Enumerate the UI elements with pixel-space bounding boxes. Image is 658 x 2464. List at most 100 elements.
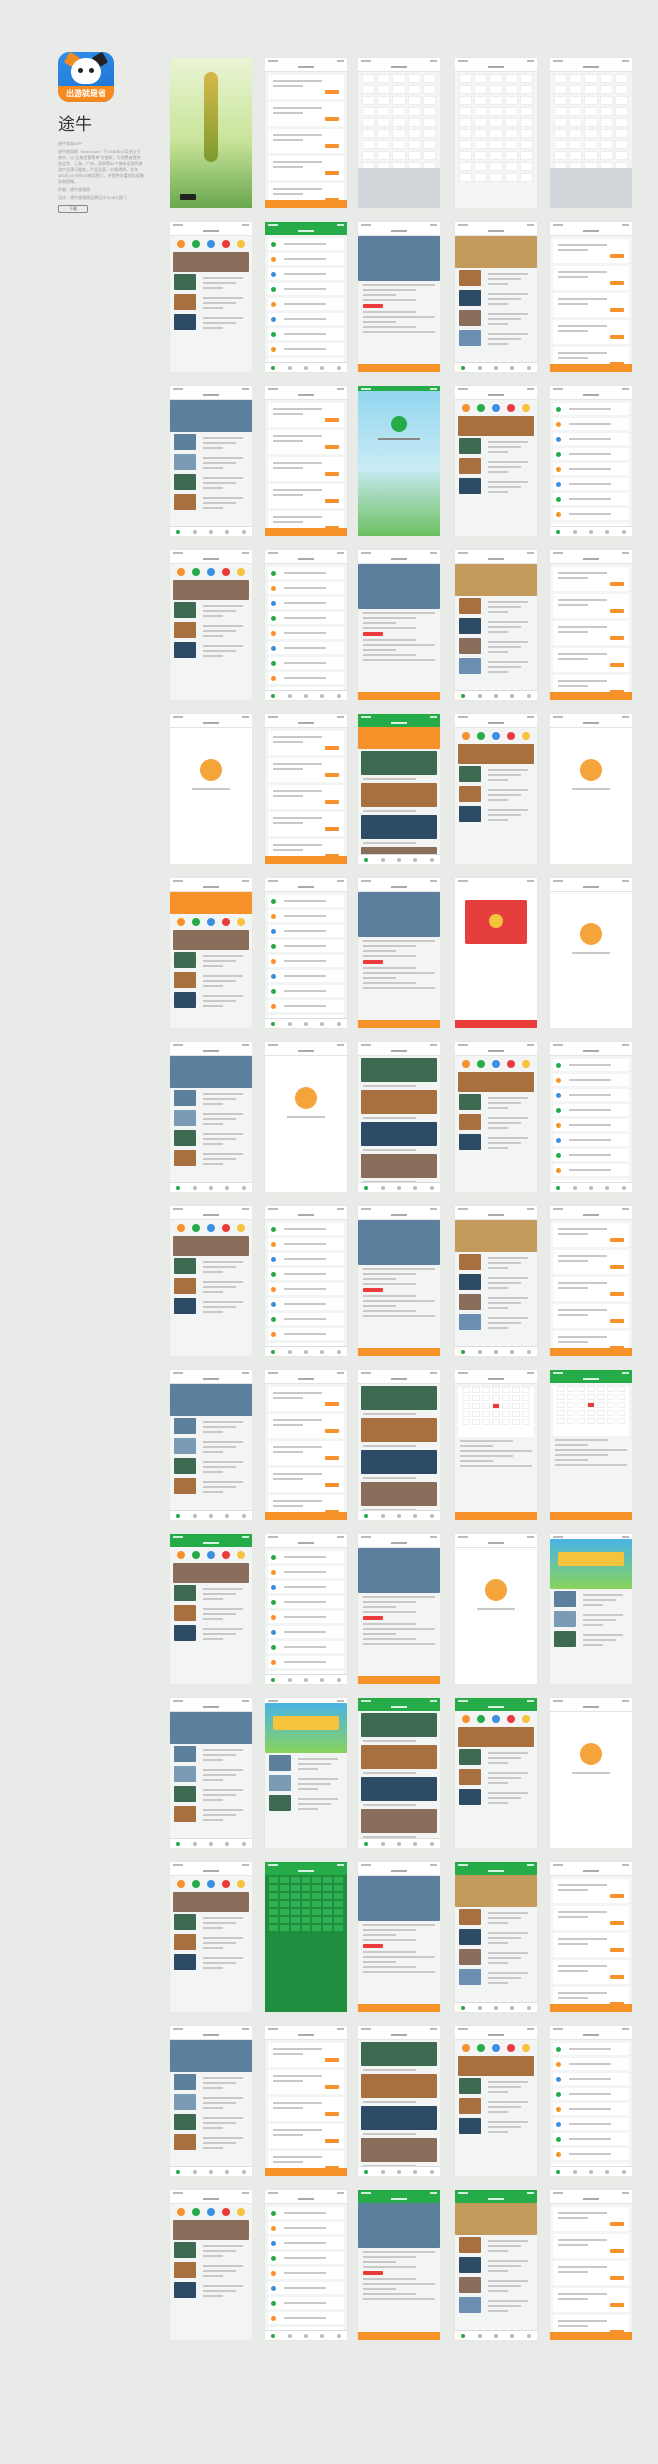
grid-cell[interactable] [459,107,473,116]
tab-icon[interactable] [396,1513,401,1518]
date-cell[interactable] [279,1909,289,1915]
grid-cell[interactable] [504,151,518,160]
tab-icon[interactable] [413,857,418,862]
list-item[interactable] [459,438,533,456]
list-item[interactable] [553,2043,629,2055]
tab-icon[interactable] [396,857,401,862]
date-cell[interactable] [323,1885,333,1891]
list-item[interactable] [268,2252,344,2264]
list-item[interactable] [553,2118,629,2130]
date-cell[interactable] [301,1893,311,1899]
list-item[interactable] [553,1149,629,1161]
tab-icon[interactable] [605,1185,610,1190]
grid-cell[interactable] [504,96,518,105]
tab-icon[interactable] [271,1677,276,1682]
list-item[interactable] [268,2237,344,2249]
list-item[interactable] [459,1909,533,1927]
date-cell[interactable] [597,1386,605,1392]
list-item[interactable] [174,2074,248,2092]
grid-cell[interactable] [474,129,488,138]
list-item[interactable] [174,1298,248,1316]
list-item[interactable] [268,313,344,325]
date-cell[interactable] [557,1394,565,1400]
tab-icon[interactable] [225,1841,230,1846]
list-item[interactable] [268,612,344,624]
category-icon[interactable] [191,1880,200,1888]
list-item[interactable] [174,454,248,472]
list-item[interactable] [268,657,344,669]
date-cell[interactable] [312,1885,322,1891]
list-item[interactable] [459,1769,533,1787]
date-cell[interactable] [312,1901,322,1907]
action-button[interactable] [358,2332,440,2340]
date-cell[interactable] [567,1394,575,1400]
grid-cell[interactable] [422,85,437,94]
grid-cell[interactable] [489,85,503,94]
grid-cell[interactable] [474,173,488,182]
list-item[interactable] [459,270,533,288]
date-cell[interactable] [290,1909,300,1915]
category-icon[interactable] [206,918,215,926]
tab-icon[interactable] [510,2005,515,2010]
list-item[interactable] [268,925,344,937]
list-item[interactable] [553,433,629,445]
list-item[interactable] [174,642,248,660]
tab-icon[interactable] [336,365,341,370]
tab-icon[interactable] [380,1185,385,1190]
grid-cell[interactable] [614,85,629,94]
card[interactable] [553,1906,629,1930]
list-item[interactable] [268,1238,344,1250]
tab-icon[interactable] [271,1349,276,1354]
tab-icon[interactable] [320,2333,325,2338]
date-cell[interactable] [334,1925,344,1931]
date-cell[interactable] [482,1387,490,1393]
download-button[interactable]: 下载 [58,205,88,213]
list-item[interactable] [459,658,533,676]
date-cell[interactable] [482,1411,490,1417]
grid-cell[interactable] [407,151,421,160]
tab-icon[interactable] [493,2005,498,2010]
grid-cell[interactable] [584,74,598,83]
category-icon[interactable] [522,1715,531,1723]
tab-icon[interactable] [526,1349,531,1354]
grid-cell[interactable] [407,85,421,94]
tab-icon[interactable] [413,1185,418,1190]
grid-cell[interactable] [489,96,503,105]
date-cell[interactable] [290,1925,300,1931]
grid-cell[interactable] [459,140,473,149]
category-icon[interactable] [507,1715,516,1723]
date-cell[interactable] [323,1893,333,1899]
grid-cell[interactable] [407,140,421,149]
tab-icon[interactable] [526,365,531,370]
tab-icon[interactable] [208,1185,213,1190]
grid-cell[interactable] [362,107,376,116]
date-cell[interactable] [512,1411,520,1417]
action-button[interactable] [455,1020,537,1028]
grid-cell[interactable] [489,129,503,138]
list-item[interactable] [553,2073,629,2085]
category-icon[interactable] [476,404,485,412]
action-button[interactable] [358,1348,440,1356]
date-cell[interactable] [607,1402,615,1408]
list-item[interactable] [553,2058,629,2070]
date-cell[interactable] [290,1901,300,1907]
grid-cell[interactable] [459,129,473,138]
list-item[interactable] [553,1074,629,1086]
grid-cell[interactable] [599,85,613,94]
grid-cell[interactable] [569,107,583,116]
card[interactable] [553,621,629,645]
list-item[interactable] [459,1749,533,1767]
list-item[interactable] [553,1104,629,1116]
date-cell[interactable] [587,1402,595,1408]
date-cell[interactable] [567,1402,575,1408]
list-item[interactable] [553,418,629,430]
grid-cell[interactable] [554,118,568,127]
list-item[interactable] [459,2078,533,2096]
tab-icon[interactable] [572,529,577,534]
list-item[interactable] [554,1631,628,1649]
date-cell[interactable] [492,1411,500,1417]
action-button[interactable] [265,856,347,864]
list-item[interactable] [459,806,533,824]
tab-icon[interactable] [364,1841,369,1846]
action-button[interactable] [358,692,440,700]
